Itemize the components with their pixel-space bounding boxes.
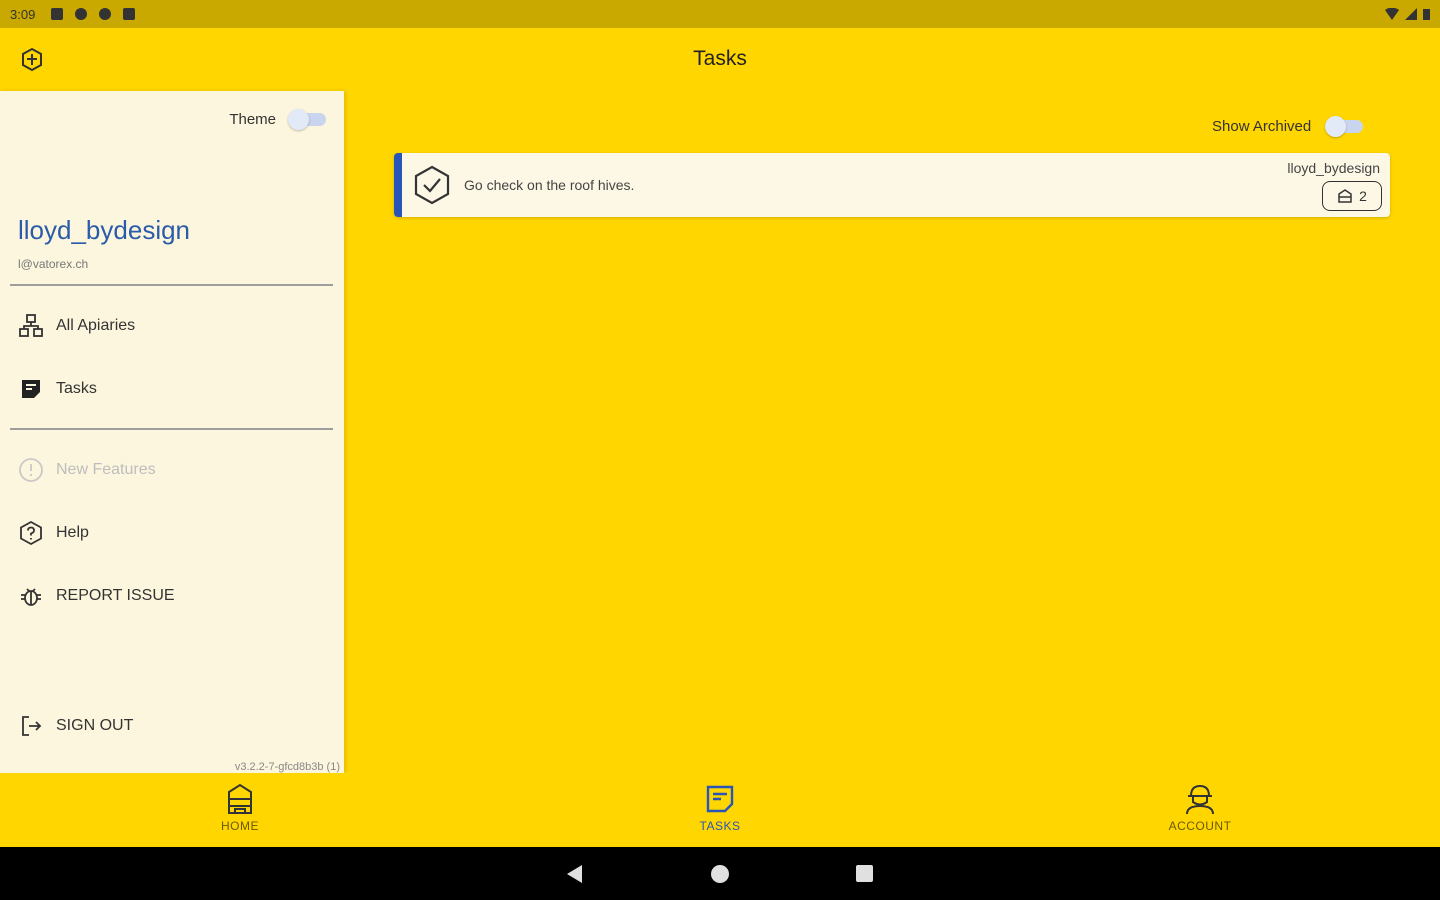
page-title: Tasks — [693, 47, 747, 70]
nav-item-new-features[interactable]: New Features — [18, 457, 156, 483]
nav-item-label: All Apiaries — [56, 317, 136, 334]
tab-tasks[interactable]: TASKS — [660, 781, 780, 833]
system-navigation-bar — [0, 847, 1440, 900]
theme-toggle-row: Theme — [229, 109, 328, 130]
bug-icon — [18, 583, 44, 609]
home-hive-icon — [222, 781, 258, 817]
theme-label: Theme — [229, 110, 276, 128]
sign-out-icon — [18, 713, 44, 739]
app-version: v3.2.2-7-gfcd8b3b (1) — [234, 761, 340, 773]
recent-apps-icon[interactable] — [856, 865, 873, 882]
new-features-icon — [18, 457, 44, 483]
task-card[interactable]: Go check on the roof hives. lloyd_bydesi… — [394, 153, 1390, 217]
hive-count: 2 — [1359, 188, 1367, 204]
user-name: lloyd_bydesign — [18, 215, 191, 245]
task-owner: lloyd_bydesign — [1287, 160, 1380, 176]
tab-account[interactable]: ACCOUNT — [1140, 781, 1260, 833]
show-archived-toggle[interactable] — [1325, 116, 1365, 137]
tasks-icon — [702, 781, 738, 817]
show-archived-label: Show Archived — [1212, 117, 1312, 135]
beekeeper-icon — [1182, 781, 1218, 817]
notification-icon — [99, 8, 112, 20]
help-icon — [18, 520, 44, 546]
notification-icon — [51, 8, 64, 20]
notification-icon — [75, 8, 88, 20]
status-time: 3:09 — [10, 6, 36, 22]
wifi-icon — [1385, 8, 1399, 20]
navigation-drawer: Theme lloyd_bydesign l@vatorex.ch All Ap… — [0, 91, 344, 773]
nav-item-tasks[interactable]: Tasks — [18, 376, 97, 402]
sign-out-label: SIGN OUT — [56, 717, 134, 734]
nav-item-report-issue[interactable]: REPORT ISSUE — [18, 583, 175, 609]
back-icon[interactable] — [566, 865, 584, 883]
task-description: Go check on the roof hives. — [464, 177, 635, 193]
status-bar: 3:09 — [0, 0, 1440, 28]
user-email: l@vatorex.ch — [18, 257, 89, 271]
sign-out-button[interactable]: SIGN OUT — [18, 713, 133, 739]
hive-count-chip[interactable]: 2 — [1322, 181, 1382, 211]
bottom-navigation: HOME TASKS ACCOUNT — [0, 773, 1440, 847]
nav-item-label: New Features — [56, 461, 156, 478]
nav-item-help[interactable]: Help — [18, 520, 89, 546]
nav-item-label: Tasks — [56, 380, 97, 397]
task-complete-checkbox-icon[interactable] — [412, 165, 452, 205]
hive-icon — [1338, 189, 1352, 203]
divider — [10, 284, 333, 286]
apiaries-icon — [18, 313, 44, 339]
notification-icons — [51, 8, 136, 20]
system-status-icons — [1385, 8, 1430, 20]
battery-icon — [1423, 9, 1430, 20]
show-archived-row: Show Archived — [1212, 116, 1365, 137]
nav-item-label: REPORT ISSUE — [56, 587, 175, 604]
tasks-icon — [18, 376, 44, 402]
app-bar: Tasks — [0, 28, 1440, 90]
divider — [10, 428, 333, 430]
tab-label: HOME — [221, 819, 259, 833]
home-icon[interactable] — [711, 865, 729, 883]
notification-icon — [123, 8, 136, 20]
tab-home[interactable]: HOME — [180, 781, 300, 833]
tab-label: ACCOUNT — [1168, 819, 1232, 833]
signal-icon — [1405, 8, 1417, 20]
nav-item-all-apiaries[interactable]: All Apiaries — [18, 313, 135, 339]
theme-toggle[interactable] — [288, 109, 328, 130]
nav-item-label: Help — [56, 524, 89, 541]
tab-label: TASKS — [699, 819, 741, 833]
